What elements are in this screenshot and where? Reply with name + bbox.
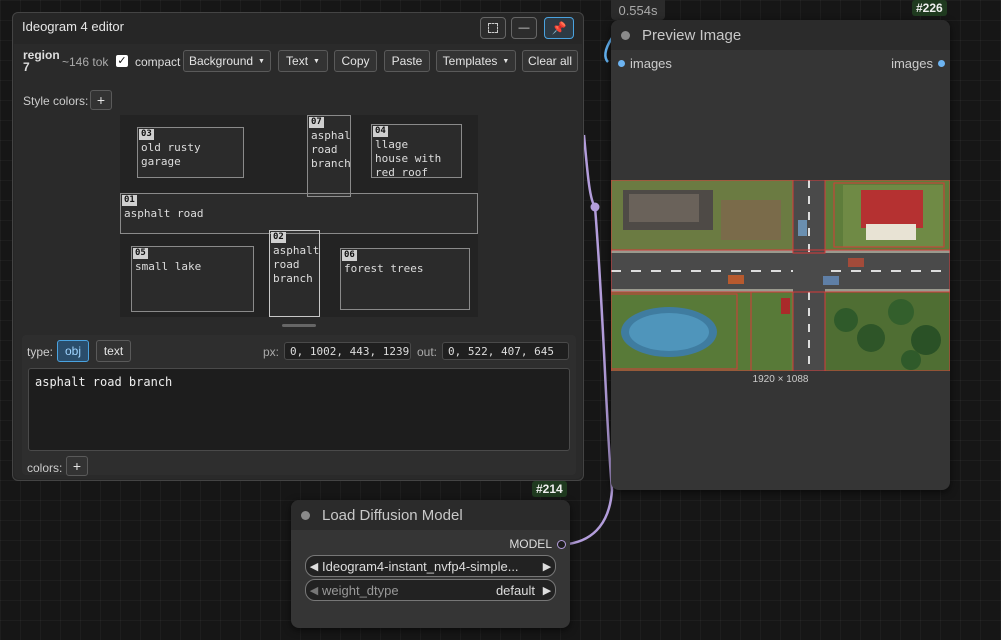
- region-text: forest trees: [344, 262, 424, 275]
- type-obj-toggle[interactable]: obj: [57, 340, 89, 362]
- minimize-icon: —: [518, 22, 530, 34]
- model-output-dot[interactable]: [557, 540, 566, 549]
- checkmark-icon: ✓: [117, 55, 127, 67]
- paste-button[interactable]: Paste: [384, 50, 430, 72]
- region-text: llage house with red roof: [375, 138, 442, 179]
- region-box-03[interactable]: 03 old rusty garage: [137, 127, 244, 178]
- region-text: asphalt road: [124, 207, 204, 220]
- weight-dtype-label: weight_dtype: [322, 582, 399, 598]
- region-layout-canvas[interactable]: 03 old rusty garage 07 asphal road branc…: [120, 115, 478, 317]
- node-collapse-dot[interactable]: [301, 510, 310, 520]
- type-label: type:: [27, 345, 54, 359]
- ideogram-editor-panel[interactable]: Ideogram 4 editor — 📌 region 7 ~146 tok …: [12, 12, 584, 481]
- execution-time: 0.554s: [611, 0, 665, 20]
- combo-prev-arrow[interactable]: ◀: [306, 560, 322, 573]
- style-colors-label: Style colors:: [23, 94, 89, 108]
- input-slot-label: images: [630, 56, 672, 71]
- region-box-05[interactable]: 05 small lake: [131, 246, 254, 312]
- caret-down-icon: ▼: [258, 57, 265, 65]
- model-name-combo[interactable]: ◀ Ideogram4-instant_nvfp4-simple... ▶: [305, 555, 556, 577]
- region-label: region 7: [23, 48, 60, 74]
- pin-icon: 📌: [551, 21, 567, 35]
- weight-dtype-value: default: [495, 582, 535, 598]
- compact-label: compact: [135, 55, 181, 69]
- region-id: 03: [139, 129, 154, 140]
- node-title: Preview Image: [642, 26, 742, 44]
- region-text: small lake: [135, 260, 202, 273]
- clear-all-button[interactable]: Clear all: [522, 50, 578, 72]
- preview-image[interactable]: [611, 180, 950, 371]
- text-dropdown-button[interactable]: Text ▼: [278, 50, 328, 72]
- region-box-04[interactable]: 04 llage house with red roof: [371, 124, 462, 179]
- node-id-226: #226: [912, 0, 947, 16]
- input-slot-dot[interactable]: [618, 60, 625, 67]
- pin-button[interactable]: 📌: [544, 17, 574, 39]
- node-header[interactable]: Load Diffusion Model: [291, 500, 570, 530]
- region-edit-panel: type: obj text px: 0, 1002, 443, 1239 ou…: [22, 335, 576, 476]
- resize-handle[interactable]: [282, 324, 316, 327]
- text-button-label: Text: [286, 54, 309, 68]
- node-id-214: #214: [532, 481, 567, 497]
- region-id: 04: [373, 126, 388, 137]
- editor-body: region 7 ~146 tok ✓ compact Background ▼…: [14, 44, 582, 479]
- combo-prev-arrow[interactable]: ◀: [306, 584, 322, 597]
- minimize-button[interactable]: —: [511, 17, 537, 39]
- output-slot-label: images: [891, 56, 933, 71]
- background-button-label: Background: [189, 54, 254, 68]
- templates-dropdown-button[interactable]: Templates ▼: [436, 50, 516, 72]
- load-diffusion-model-node[interactable]: Load Diffusion Model MODEL ◀ Ideogram4-i…: [291, 500, 570, 628]
- weight-dtype-combo[interactable]: ◀ weight_dtype default ▶: [305, 579, 556, 601]
- preview-image-node[interactable]: Preview Image images images 1920 × 1088: [611, 20, 950, 490]
- copy-button[interactable]: Copy: [334, 50, 377, 72]
- background-dropdown-button[interactable]: Background ▼: [183, 50, 271, 72]
- caret-down-icon: ▼: [313, 57, 320, 65]
- templates-button-label: Templates: [442, 54, 498, 68]
- region-id: 02: [271, 232, 286, 243]
- region-prompt-textarea[interactable]: asphalt road branch: [28, 368, 570, 451]
- fullscreen-button[interactable]: [480, 17, 506, 39]
- region-text: asphalt road branch: [273, 244, 320, 285]
- fullscreen-icon: [488, 23, 498, 33]
- output-slot-label: MODEL: [509, 537, 552, 551]
- region-box-01[interactable]: 01 asphalt road: [120, 193, 478, 234]
- add-region-color-button[interactable]: +: [66, 456, 88, 476]
- region-id: 06: [342, 250, 357, 261]
- model-name-value: Ideogram4-instant_nvfp4-simple...: [322, 558, 519, 574]
- image-dimensions: 1920 × 1088: [752, 374, 809, 385]
- combo-next-arrow[interactable]: ▶: [539, 560, 555, 573]
- out-label: out:: [417, 345, 438, 359]
- token-count: ~146 tok: [62, 55, 109, 69]
- node-title: Load Diffusion Model: [322, 506, 463, 524]
- region-text: asphal road branch: [311, 129, 351, 170]
- out-coordinates-input[interactable]: 0, 522, 407, 645: [442, 342, 569, 360]
- region-box-02[interactable]: 02 asphalt road branch: [269, 230, 320, 317]
- colors-label: colors:: [27, 461, 63, 475]
- region-box-07[interactable]: 07 asphal road branch: [307, 115, 351, 197]
- node-collapse-dot[interactable]: [621, 30, 630, 40]
- type-text-toggle[interactable]: text: [96, 340, 131, 362]
- region-id: 01: [122, 195, 137, 206]
- region-box-06[interactable]: 06 forest trees: [340, 248, 470, 310]
- node-header[interactable]: Preview Image: [611, 20, 950, 50]
- region-id: 07: [309, 117, 324, 128]
- combo-next-arrow[interactable]: ▶: [539, 584, 555, 597]
- px-label: px:: [263, 345, 280, 359]
- compact-checkbox[interactable]: ✓: [116, 55, 128, 67]
- px-coordinates-input[interactable]: 0, 1002, 443, 1239: [284, 342, 411, 360]
- caret-down-icon: ▼: [502, 57, 510, 65]
- add-style-color-button[interactable]: +: [90, 90, 112, 110]
- region-text: old rusty garage: [141, 141, 201, 168]
- region-id: 05: [133, 248, 148, 259]
- output-slot-dot[interactable]: [938, 60, 945, 67]
- editor-title: Ideogram 4 editor: [22, 19, 124, 34]
